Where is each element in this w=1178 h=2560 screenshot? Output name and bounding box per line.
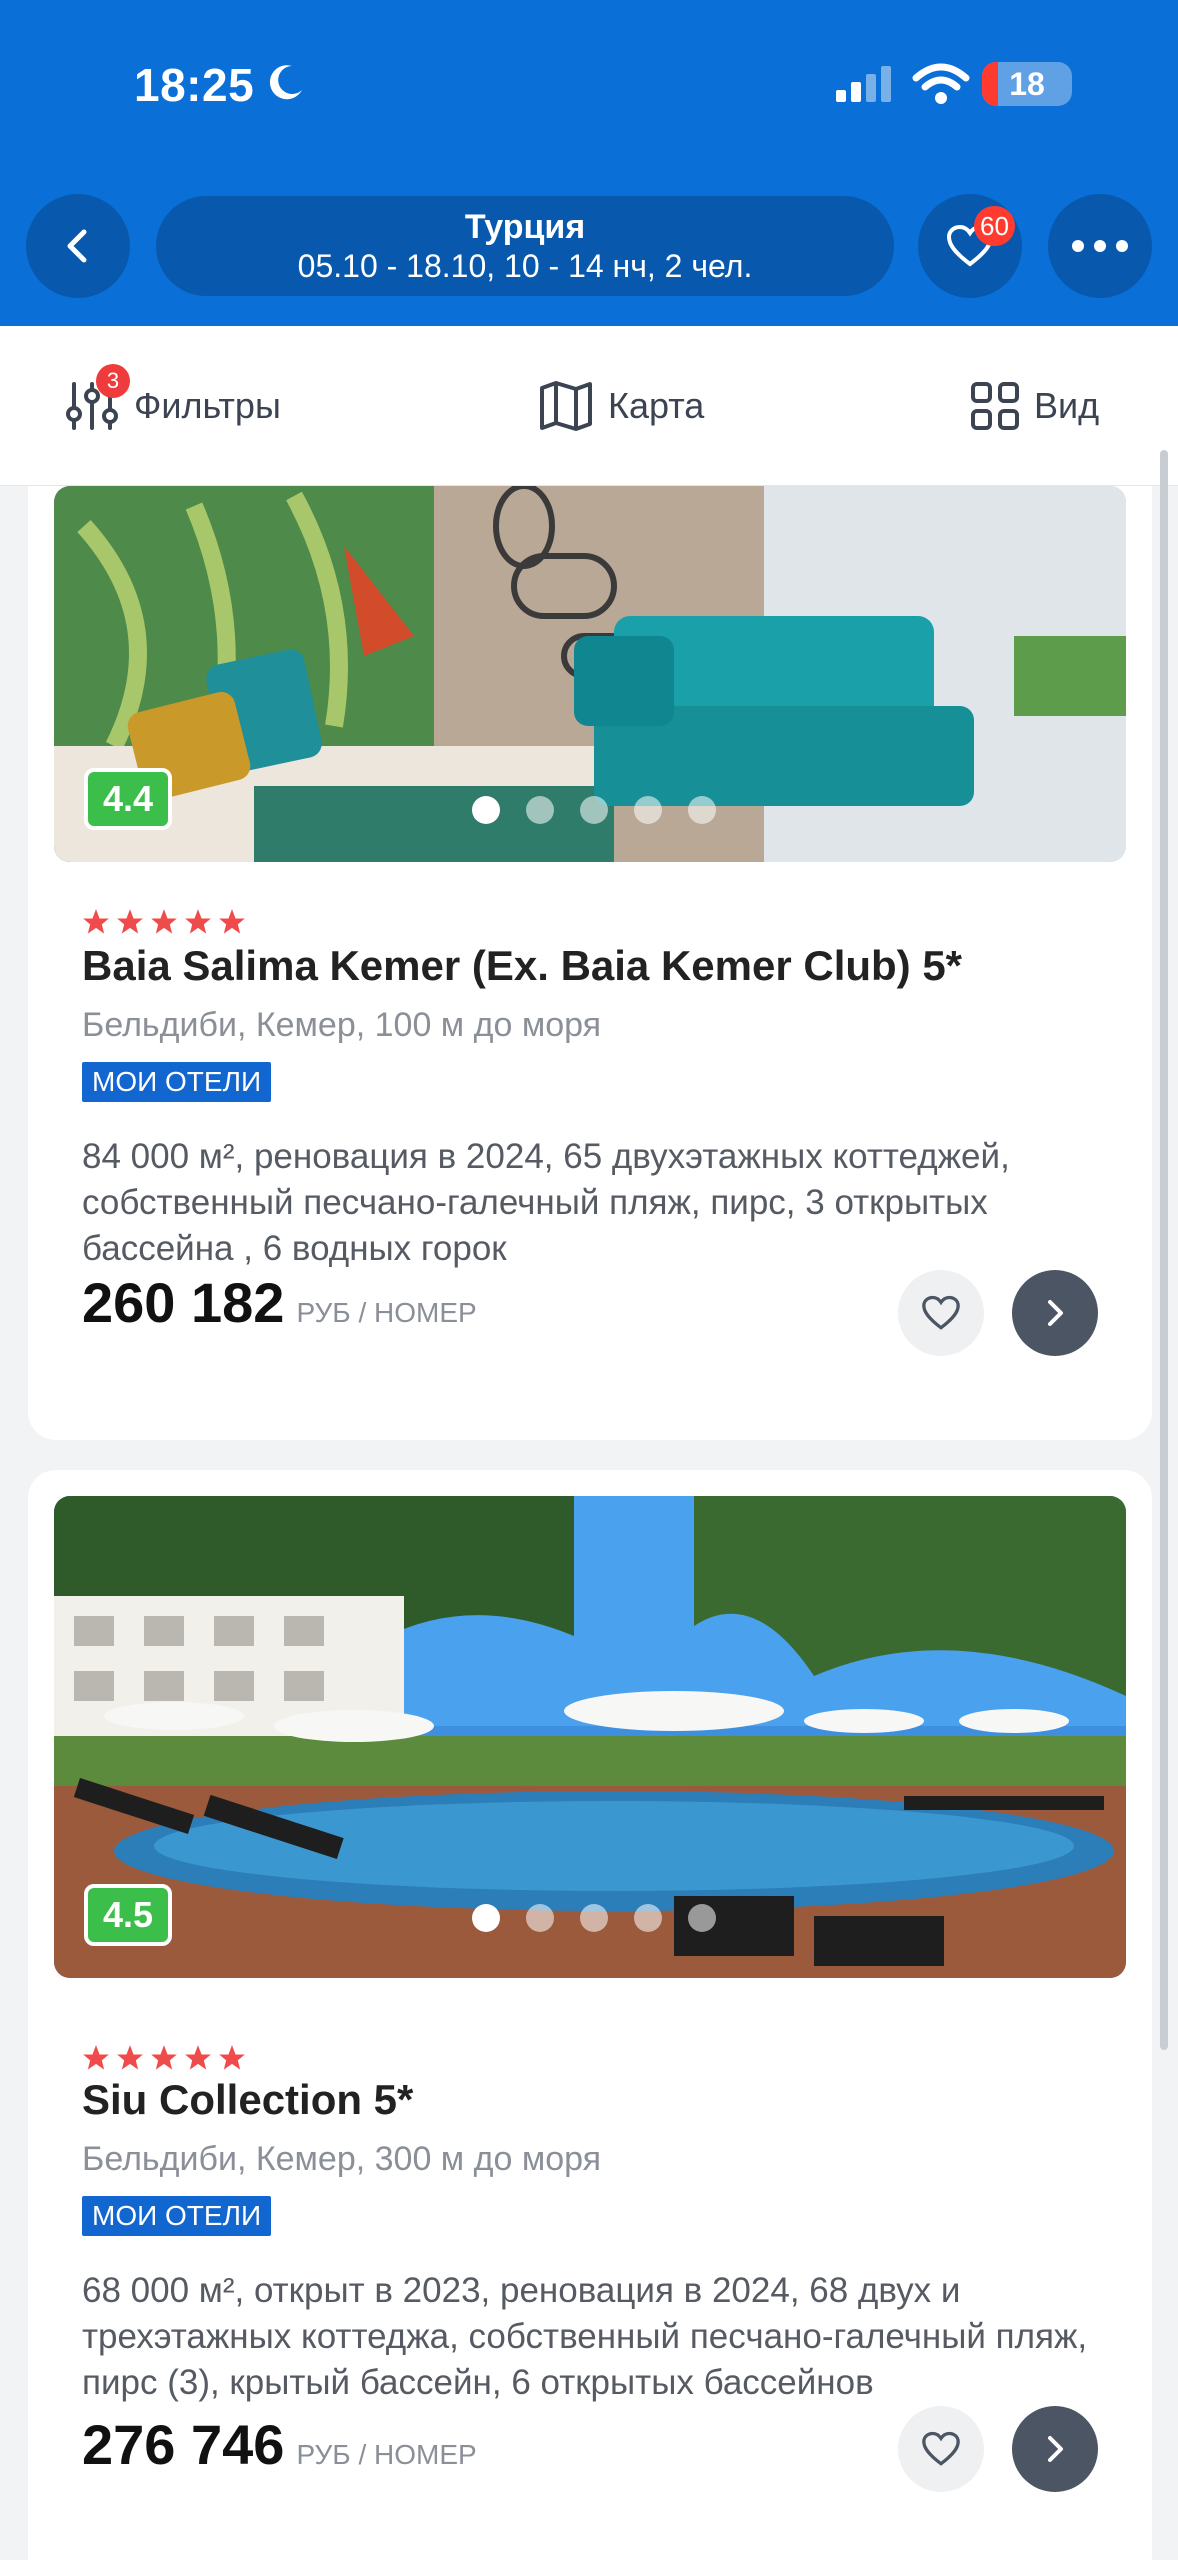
moon-icon: [269, 65, 302, 100]
star-icon: [219, 909, 245, 934]
hotel-description: 68 000 м², открыт в 2023, реновация в 20…: [82, 2271, 1088, 2402]
price-unit: РУБ / НОМЕР: [296, 2439, 477, 2470]
price-value: 260 182: [82, 1271, 285, 1334]
grid-view-icon: [971, 382, 1019, 430]
open-hotel-button[interactable]: [1012, 1270, 1098, 1356]
search-destination: Турция: [464, 208, 586, 246]
add-to-favorites-button[interactable]: [898, 2406, 984, 2492]
hotel-card[interactable]: 4.5 Siu Collection 5* Бельдиби, Кемер, 3…: [28, 1470, 1152, 2560]
photo-pagination: [472, 1904, 716, 1932]
search-summary-button[interactable]: Турция 05.10 - 18.10, 10 - 14 нч, 2 чел.: [156, 196, 894, 296]
pagination-dot[interactable]: [580, 1904, 608, 1932]
view-label: Вид: [1034, 385, 1100, 426]
hotel-description: 84 000 м², реновация в 2024, 65 двухэтаж…: [82, 1137, 1010, 1268]
filters-count-badge: 3: [96, 364, 130, 398]
heart-outline-icon: [922, 2431, 960, 2466]
photo-pagination: [472, 796, 716, 824]
pagination-dot[interactable]: [472, 796, 500, 824]
star-icon: [151, 909, 177, 934]
hotel-list[interactable]: 4.4 Baia Salima Kemer (Ex. Baia Kemer Cl…: [0, 486, 1178, 2560]
scrollbar[interactable]: [1160, 450, 1168, 2050]
hotel-price: 276 746 РУБ / НОМЕР: [82, 2412, 477, 2477]
star-icon: [185, 909, 211, 934]
rating-badge: 4.4: [84, 768, 172, 830]
add-to-favorites-button[interactable]: [898, 1270, 984, 1356]
view-button[interactable]: Вид: [970, 378, 1099, 434]
pagination-dot[interactable]: [526, 1904, 554, 1932]
back-button[interactable]: [26, 194, 130, 298]
heart-outline-icon: [922, 1295, 960, 1330]
star-icon: [219, 2045, 245, 2070]
chevron-right-icon: [1048, 2436, 1063, 2462]
price-unit: РУБ / НОМЕР: [296, 1297, 477, 1328]
hotel-photo[interactable]: 4.4: [54, 486, 1126, 862]
hotel-name[interactable]: Baia Salima Kemer (Ex. Baia Kemer Club) …: [82, 942, 962, 990]
search-details: 05.10 - 18.10, 10 - 14 нч, 2 чел.: [297, 248, 753, 284]
favorites-button[interactable]: 60: [918, 194, 1022, 298]
hotel-photo[interactable]: 4.5: [54, 1496, 1126, 1978]
star-icon: [117, 909, 143, 934]
star-icon: [83, 909, 109, 934]
hotel-name[interactable]: Siu Collection 5*: [82, 2076, 413, 2124]
pagination-dot[interactable]: [580, 796, 608, 824]
pagination-dot[interactable]: [526, 796, 554, 824]
filters-button[interactable]: 3 Фильтры: [64, 364, 281, 434]
filters-label: Фильтры: [134, 385, 281, 426]
battery-percent: 18: [1009, 65, 1045, 102]
hotel-location: Бельдиби, Кемер, 300 м до моря: [82, 2140, 602, 2178]
hotel-price: 260 182 РУБ / НОМЕР: [82, 1270, 477, 1335]
favorites-count-badge: 60: [974, 206, 1015, 246]
pagination-dot[interactable]: [688, 1904, 716, 1932]
my-hotels-badge: МОИ ОТЕЛИ: [82, 1062, 272, 1102]
app-header: 18:25 18 Турция 05.10 - 18.10, 10 - 14 н…: [0, 0, 1178, 326]
hotel-location: Бельдиби, Кемер, 100 м до моря: [82, 1006, 602, 1044]
filter-toolbar: 3 Фильтры Карта Вид: [0, 326, 1178, 486]
more-dots-icon: [1072, 240, 1128, 252]
star-icon: [83, 2045, 109, 2070]
pagination-dot[interactable]: [634, 796, 662, 824]
star-icon: [185, 2045, 211, 2070]
my-hotels-badge: МОИ ОТЕЛИ: [82, 2196, 272, 2236]
battery-indicator: 18: [982, 62, 1072, 106]
map-icon: [540, 381, 592, 431]
status-time: 18:25: [134, 59, 255, 111]
rating-badge: 4.5: [84, 1884, 172, 1946]
open-hotel-button[interactable]: [1012, 2406, 1098, 2492]
hotel-stars: [82, 908, 246, 936]
pagination-dot[interactable]: [688, 796, 716, 824]
chevron-right-icon: [1048, 1300, 1063, 1326]
map-button[interactable]: Карта: [538, 378, 704, 434]
wifi-icon: [912, 63, 970, 104]
pagination-dot[interactable]: [472, 1904, 500, 1932]
more-button[interactable]: [1048, 194, 1152, 298]
star-icon: [151, 2045, 177, 2070]
hotel-stars: [82, 2044, 246, 2072]
pagination-dot[interactable]: [634, 1904, 662, 1932]
hotel-card[interactable]: 4.4 Baia Salima Kemer (Ex. Baia Kemer Cl…: [28, 486, 1152, 1440]
cellular-signal-icon: [836, 66, 891, 102]
chevron-left-icon: [67, 229, 87, 263]
map-label: Карта: [608, 385, 705, 426]
sliders-icon-wrap: 3: [64, 364, 130, 434]
price-value: 276 746: [82, 2413, 285, 2476]
star-icon: [117, 2045, 143, 2070]
